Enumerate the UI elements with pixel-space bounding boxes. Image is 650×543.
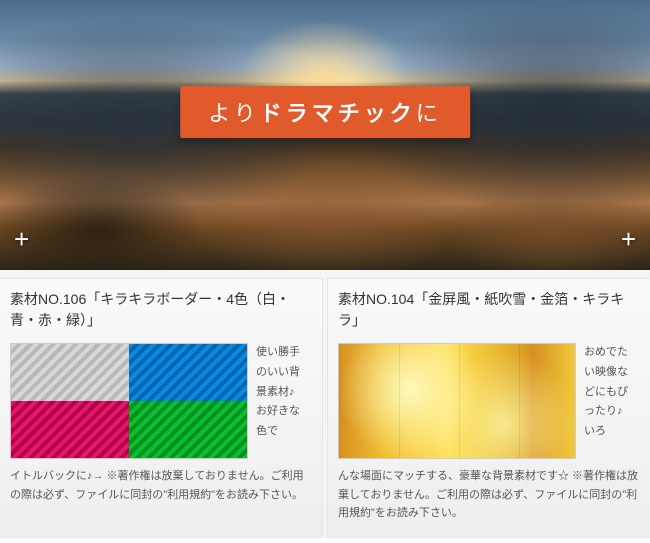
- banner-text-post: に: [416, 101, 442, 126]
- swatch-white: [11, 344, 129, 401]
- swatch-green: [129, 401, 247, 458]
- card-description: イトルバックに♪→ ※著作権は放棄しておりません。ご利用の際は必ず、ファイルに同…: [10, 467, 312, 504]
- material-card[interactable]: 素材NO.106「キラキラボーダー・4色（白・青・赤・緑）」 使い勝手のいい背景…: [0, 278, 323, 538]
- card-side-text: おめでたい映像などにもぴったり♪いろ: [584, 343, 628, 459]
- thumbnail-gold: [338, 343, 576, 459]
- banner-text-pre: より: [208, 101, 260, 126]
- expand-left-icon[interactable]: +: [14, 226, 29, 252]
- hero-banner: よりドラマチックに: [180, 86, 470, 138]
- cards-row: 素材NO.106「キラキラボーダー・4色（白・青・赤・緑）」 使い勝手のいい背景…: [0, 270, 650, 538]
- thumbnail-colors: [10, 343, 248, 459]
- card-description: んな場面にマッチする、豪華な背景素材です☆ ※著作権は放棄しておりません。ご利用…: [338, 467, 640, 523]
- swatch-blue: [129, 344, 247, 401]
- card-side-text: 使い勝手のいい背景素材♪お好きな色で: [256, 343, 300, 459]
- material-card[interactable]: 素材NO.104「金屏風・紙吹雪・金箔・キラキラ」 おめでたい映像などにもぴった…: [327, 278, 650, 538]
- swatch-red: [11, 401, 129, 458]
- banner-text-bold: ドラマチック: [260, 101, 416, 126]
- card-body: 使い勝手のいい背景素材♪お好きな色で: [10, 343, 312, 459]
- card-title: 素材NO.104「金屏風・紙吹雪・金箔・キラキラ」: [338, 289, 640, 331]
- hero-image: よりドラマチックに + +: [0, 0, 650, 270]
- card-body: おめでたい映像などにもぴったり♪いろ: [338, 343, 640, 459]
- card-title: 素材NO.106「キラキラボーダー・4色（白・青・赤・緑）」: [10, 289, 312, 331]
- expand-right-icon[interactable]: +: [621, 226, 636, 252]
